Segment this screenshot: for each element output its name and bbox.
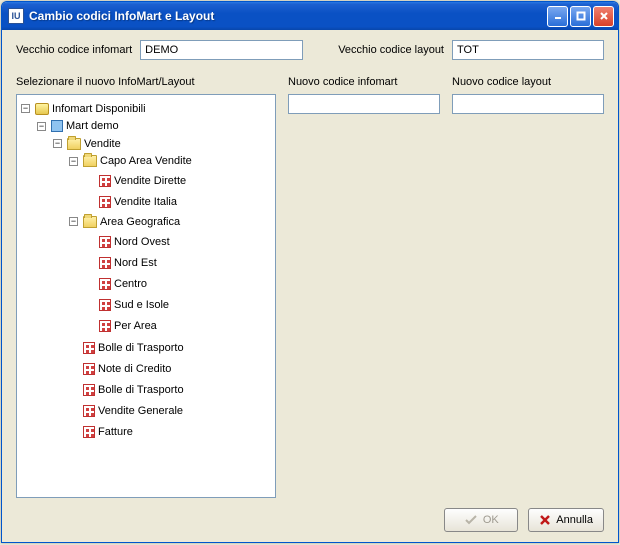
collapse-icon[interactable]: − [53,139,62,148]
tree-leaf[interactable]: Centro [85,276,147,292]
infomart-tree[interactable]: − Infomart Disponibili − Mart demo [16,94,276,498]
tree-leaf[interactable]: Per Area [85,318,157,334]
tree-leaf[interactable]: Nord Ovest [85,234,170,250]
report-icon [99,278,111,290]
collapse-icon[interactable]: − [69,217,78,226]
tree-label: Bolle di Trasporto [98,340,184,356]
tree-node-mart[interactable]: − Mart demo [37,118,119,134]
new-layout-field[interactable] [452,94,604,114]
old-layout-label: Vecchio codice layout [338,44,444,56]
collapse-icon[interactable]: − [69,157,78,166]
titlebar[interactable]: IU Cambio codici InfoMart e Layout [2,2,618,30]
tree-label: Nord Ovest [114,234,170,250]
x-icon [539,514,551,526]
tree-node-root[interactable]: − Infomart Disponibili [21,101,146,117]
tree-leaf[interactable]: Vendite Dirette [85,173,186,189]
select-new-label: Selezionare il nuovo InfoMart/Layout [16,76,276,88]
tree-label: Capo Area Vendite [100,153,192,169]
report-icon [83,363,95,375]
app-icon: IU [8,8,24,24]
report-icon [99,299,111,311]
tree-label: Note di Credito [98,361,171,377]
report-icon [99,175,111,187]
window-frame: IU Cambio codici InfoMart e Layout Vecch… [1,1,619,543]
cancel-button[interactable]: Annulla [528,508,604,532]
tree-label: Sud e Isole [114,297,169,313]
tree-label: Bolle di Trasporto [98,382,184,398]
tree-leaf[interactable]: Bolle di Trasporto [69,382,184,398]
database-icon [35,103,49,115]
tree-label: Vendite Dirette [114,173,186,189]
tree-label: Mart demo [66,118,119,134]
tree-label: Infomart Disponibili [52,101,146,117]
tree-leaf[interactable]: Fatture [69,424,133,440]
report-icon [83,426,95,438]
report-icon [99,196,111,208]
check-icon [464,514,478,526]
tree-label: Vendite [84,136,121,152]
tree-label: Vendite Generale [98,403,183,419]
new-infomart-label: Nuovo codice infomart [288,76,440,88]
tree-label: Fatture [98,424,133,440]
close-button[interactable] [593,6,614,27]
report-icon [83,405,95,417]
folder-icon [67,138,81,150]
report-icon [83,342,95,354]
client-area: Vecchio codice infomart Vecchio codice l… [2,30,618,542]
old-layout-field[interactable] [452,40,604,60]
tree-leaf[interactable]: Nord Est [85,255,157,271]
folder-icon [83,155,97,167]
report-icon [83,384,95,396]
tree-label: Per Area [114,318,157,334]
collapse-icon[interactable]: − [37,122,46,131]
minimize-button[interactable] [547,6,568,27]
collapse-icon[interactable]: − [21,104,30,113]
window-title: Cambio codici InfoMart e Layout [29,9,547,23]
ok-label: OK [483,514,499,526]
new-infomart-field[interactable] [288,94,440,114]
tree-label: Area Geografica [100,214,180,230]
ok-button[interactable]: OK [444,508,518,532]
folder-icon [83,216,97,228]
tree-label: Nord Est [114,255,157,271]
report-icon [99,257,111,269]
cancel-label: Annulla [556,514,593,526]
tree-node-area-geo[interactable]: − Area Geografica [69,214,180,230]
tree-leaf[interactable]: Bolle di Trasporto [69,340,184,356]
tree-node-capo-area[interactable]: − Capo Area Vendite [69,153,192,169]
tree-leaf[interactable]: Sud e Isole [85,297,169,313]
tree-label: Vendite Italia [114,194,177,210]
maximize-button[interactable] [570,6,591,27]
report-icon [99,320,111,332]
tree-leaf[interactable]: Vendite Italia [85,194,177,210]
tree-label: Centro [114,276,147,292]
old-infomart-field[interactable] [140,40,302,60]
cube-icon [51,120,63,132]
new-layout-label: Nuovo codice layout [452,76,604,88]
report-icon [99,236,111,248]
tree-node-vendite[interactable]: − Vendite [53,136,121,152]
tree-leaf[interactable]: Note di Credito [69,361,171,377]
old-infomart-label: Vecchio codice infomart [16,44,132,56]
tree-leaf[interactable]: Vendite Generale [69,403,183,419]
